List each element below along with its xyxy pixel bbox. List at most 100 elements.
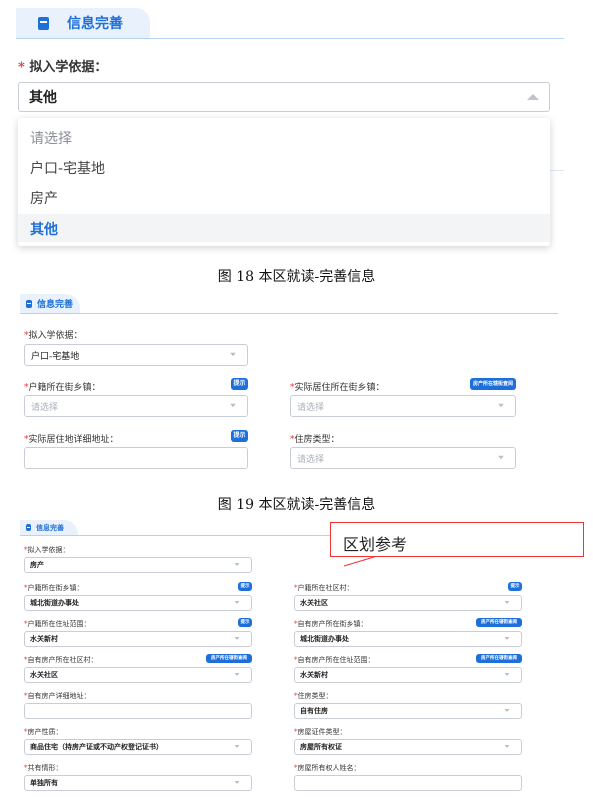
chevron-down-icon — [498, 455, 504, 460]
fig20-select[interactable]: 单独所有 — [24, 775, 252, 791]
fig20-select[interactable]: 房屋所有权证 — [294, 739, 522, 755]
callout-box: 区划参考 — [330, 522, 584, 557]
fig20-tab-title: 信息完善 — [36, 523, 64, 532]
query-button[interactable]: 房产所在辖街查阅 — [476, 654, 522, 663]
callout-pointer — [343, 556, 375, 567]
fig20-select-value: 水关社区 — [30, 671, 58, 679]
fig19-actual-address-label: *实际居住地详细地址： — [24, 432, 119, 445]
fig20-select-value: 房屋所有权证 — [300, 743, 342, 751]
fig19-hint-button-2[interactable]: 提示 — [231, 430, 248, 442]
hint-button[interactable]: 提示 — [238, 618, 252, 627]
fig20-field-label: *住房类型： — [294, 691, 333, 701]
fig20-field-label: *房屋所有权人姓名： — [294, 763, 361, 773]
fig20-select[interactable]: 水关新村 — [294, 667, 522, 683]
fig19-tab-bar: 信息完善 — [20, 294, 558, 314]
fig20-field-label-text: 自有房产所在街乡镇： — [297, 620, 368, 628]
fig20-select-value: 单独所有 — [30, 779, 58, 787]
dropdown-option[interactable]: 户口-宅基地 — [30, 158, 105, 178]
fig19-basis-select[interactable]: 户口-宅基地 — [24, 344, 248, 366]
fig20-field-label: *户籍所在社区村： — [294, 583, 354, 593]
fig20-field-label-text: 共有情形： — [27, 764, 63, 772]
fig20-select[interactable]: 城北街道办事处 — [24, 595, 252, 611]
chevron-down-icon — [504, 601, 510, 604]
chevron-down-icon — [234, 563, 240, 566]
chevron-down-icon — [234, 637, 240, 640]
fig20-field-label: *自有房产所在街乡镇： — [294, 619, 368, 629]
fig19-actual-street-label: *实际居住所在街乡镇： — [290, 380, 385, 393]
fig20-field-label: *自有房产所在社区村： — [24, 655, 98, 665]
chevron-down-icon — [234, 745, 240, 748]
fig20-field-label-text: 住房类型： — [297, 692, 333, 700]
query-button[interactable]: 房产所在辖街查阅 — [206, 654, 252, 663]
fig20-field-label: *房产性质： — [24, 727, 63, 737]
fig19-actual-street-label-text: 实际居住所在街乡镇： — [294, 383, 385, 393]
fig18-selected-bg — [18, 214, 550, 242]
chevron-down-icon — [230, 403, 236, 408]
dropdown-option-selected[interactable]: 其他 — [30, 219, 58, 239]
chevron-down-icon — [234, 601, 240, 604]
fig19-housing-type-select[interactable]: 请选择 — [290, 447, 516, 469]
fig19-actual-street-placeholder: 请选择 — [297, 402, 325, 413]
fig20-field-label: *户籍所在住址范围： — [24, 619, 91, 629]
fig20-field-label-text: 自有房产详细地址： — [27, 692, 91, 700]
fig20-text-input[interactable] — [294, 775, 522, 791]
fig20-field-label: *自有房产所在住址范围： — [294, 655, 375, 665]
fig19-basis-label-text: 拟入学依据： — [28, 331, 83, 341]
fig19-actual-address-input[interactable] — [24, 447, 248, 469]
fig19-tab[interactable]: 信息完善 — [20, 294, 80, 313]
fig19-housing-type-label: *住房类型： — [290, 432, 340, 445]
fig19-query-button[interactable]: 房产所在辖街查阅 — [470, 378, 516, 390]
chevron-down-icon — [498, 403, 504, 408]
fig20-select-value: 商品住宅（持房产证或不动产权登记证书） — [30, 743, 163, 751]
chevron-down-icon — [504, 709, 510, 712]
fig20-select-value: 水关社区 — [300, 599, 328, 607]
fig20-select[interactable]: 商品住宅（持房产证或不动产权登记证书） — [24, 739, 252, 755]
dropdown-option[interactable]: 请选择 — [30, 128, 72, 148]
fig20-field-label: *房屋证件类型： — [294, 727, 347, 737]
fig20-select[interactable]: 房产 — [24, 557, 252, 573]
required-asterisk: * — [18, 60, 25, 75]
fig18-basis-value: 其他 — [29, 90, 57, 106]
fig19-hint-button[interactable]: 提示 — [231, 378, 248, 390]
fig18-tab-title: 信息完善 — [67, 16, 123, 32]
fig18-basis-select[interactable]: 其他 — [18, 82, 550, 112]
fig20-tab[interactable]: 信息完善 — [20, 520, 78, 535]
hint-button[interactable]: 提示 — [508, 582, 522, 591]
fig18-tab-bar: 信息完善 — [16, 8, 564, 39]
fig19-caption: 图 19 本区就读-完善信息 — [217, 497, 376, 513]
document-icon — [38, 16, 49, 30]
fig20-field-label-text: 自有房产所在社区村： — [27, 656, 98, 664]
fig20-field-label: *户籍所在街乡镇： — [24, 583, 84, 593]
chevron-up-icon — [527, 94, 539, 100]
fig20-field-label: *拟入学依据： — [24, 545, 70, 555]
fig20-text-input[interactable] — [24, 703, 252, 719]
fig20-field-label: *共有情形： — [24, 763, 63, 773]
fig18-basis-label-text: 拟入学依据： — [29, 60, 108, 75]
chevron-down-icon — [504, 637, 510, 640]
fig19-actual-street-select[interactable]: 请选择 — [290, 395, 516, 417]
fig20-field-label-text: 户籍所在社区村： — [297, 584, 354, 592]
fig20-select[interactable]: 水关社区 — [294, 595, 522, 611]
dropdown-option[interactable]: 房产 — [30, 188, 58, 208]
fig18-basis-label: * 拟入学依据： — [18, 56, 107, 75]
fig19-tab-title: 信息完善 — [37, 300, 74, 310]
query-button[interactable]: 房产所在辖街查阅 — [476, 618, 522, 627]
chevron-down-icon — [230, 352, 236, 357]
fig20-select-value: 房产 — [30, 561, 44, 569]
fig20-select[interactable]: 水关新村 — [24, 631, 252, 647]
fig20-select-value: 水关新村 — [300, 671, 328, 679]
fig19-hukou-street-select[interactable]: 请选择 — [24, 395, 248, 417]
hint-button[interactable]: 提示 — [238, 582, 252, 591]
fig20-select[interactable]: 自有住房 — [294, 703, 522, 719]
document-icon — [26, 524, 31, 531]
fig20-select[interactable]: 水关社区 — [24, 667, 252, 683]
fig20-field-label: *自有房产详细地址： — [24, 691, 91, 701]
fig18-tab[interactable]: 信息完善 — [16, 8, 150, 38]
fig20-field-label-text: 户籍所在住址范围： — [27, 620, 91, 628]
document-icon — [26, 299, 32, 308]
fig18-caption: 图 18 本区就读-完善信息 — [217, 269, 376, 285]
fig19-housing-type-label-text: 住房类型： — [294, 435, 340, 445]
fig20-select[interactable]: 城北街道办事处 — [294, 631, 522, 647]
chevron-down-icon — [234, 673, 240, 676]
fig19-actual-address-label-text: 实际居住地详细地址： — [28, 435, 119, 445]
